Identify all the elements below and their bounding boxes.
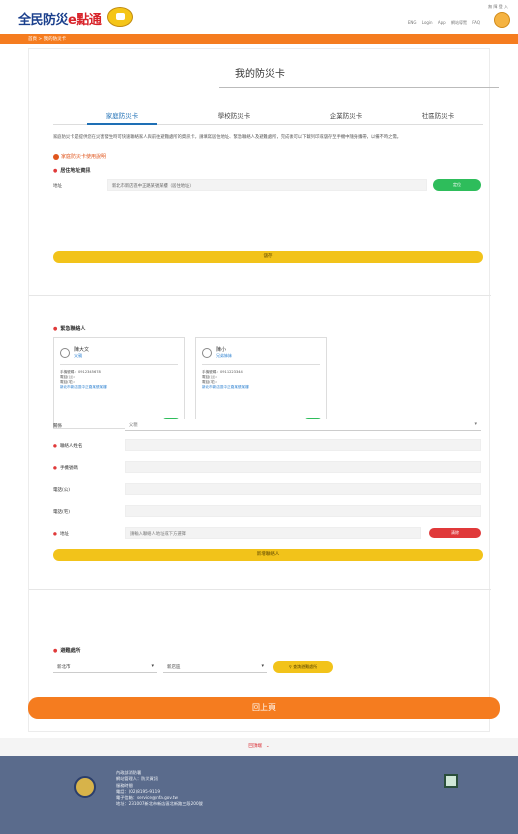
required-icon: ● bbox=[53, 444, 57, 449]
name-label: ● 聯絡人姓名 bbox=[53, 443, 82, 449]
contact-address-label-text: 地址 bbox=[59, 532, 69, 537]
back-to-top-label: 回頂端 bbox=[248, 744, 262, 749]
locate-button[interactable]: 定位 bbox=[433, 179, 481, 191]
county-select[interactable]: 新北市 ▾ bbox=[53, 661, 157, 673]
save-address-button[interactable]: 儲存 bbox=[53, 251, 483, 263]
relation-select[interactable]: 父親 ▾ bbox=[125, 419, 481, 431]
site-logo[interactable]: 全民防災e點通 bbox=[18, 9, 102, 28]
top-links: ENG Login App 網站導覽 FAQ bbox=[404, 20, 480, 26]
contact-address[interactable]: 新北市新店區中正路某號某樓 bbox=[60, 385, 180, 390]
search-shelter-label: 查詢避難處所 bbox=[293, 664, 318, 669]
address-section-title: ● 居住地址資訊 bbox=[53, 167, 90, 174]
link-eng[interactable]: ENG bbox=[408, 20, 417, 25]
contact-relation: 兄弟姊妹 bbox=[216, 353, 232, 358]
tel-home-label: 電話(宅) bbox=[53, 510, 71, 515]
section-divider bbox=[29, 295, 491, 296]
link-faq[interactable]: FAQ bbox=[472, 20, 480, 25]
bullet-icon: ● bbox=[53, 326, 58, 332]
contact-name: 陳小 bbox=[216, 347, 227, 353]
contact-address-label: ● 地址 bbox=[53, 531, 69, 537]
person-icon bbox=[202, 348, 212, 358]
district-select[interactable]: 新店區 ▾ bbox=[163, 661, 267, 673]
top-header: 全民防災e點通 無 障 登 入 ENG Login App 網站導覽 FAQ bbox=[0, 0, 518, 34]
footer-info: 內政部消防署 網站管理人：防災資訊 服務時間 電話：(02)8195-9119 … bbox=[116, 770, 376, 808]
mobile-label: ● 手機號碼 bbox=[53, 465, 78, 471]
logo-main-text: 全民防災 bbox=[18, 13, 69, 28]
contacts-section-label: 緊急聯絡人 bbox=[60, 326, 86, 332]
required-icon: ● bbox=[53, 532, 57, 537]
site-footer: 內政部消防署 網站管理人：防災資訊 服務時間 電話：(02)8195-9119 … bbox=[0, 756, 518, 834]
agency-emblem-icon bbox=[74, 776, 96, 798]
tab-enterprise[interactable]: 企業防災卡 bbox=[301, 110, 391, 120]
contact-details: 手機號碼：0912345678 電話(公)： 電話(宅)： 新北市新店區中正路某… bbox=[60, 370, 180, 390]
address-label: 地址 bbox=[53, 184, 62, 189]
user-avatar[interactable] bbox=[494, 12, 510, 28]
breadcrumb[interactable]: 首頁 > 我的防災卡 bbox=[28, 36, 66, 42]
mobile-label-text: 手機號碼 bbox=[59, 466, 78, 471]
tab-community[interactable]: 社區防災卡 bbox=[393, 110, 483, 120]
name-input[interactable] bbox=[125, 439, 481, 451]
contact-card: 陳大文 父親 手機號碼：0912345678 電話(公)： 電話(宅)： 新北市… bbox=[53, 337, 185, 429]
tel-office-label: 電話(公) bbox=[53, 488, 71, 493]
usage-guide-link[interactable]: 家庭防災卡使用說明 bbox=[53, 153, 106, 160]
bullet-icon: ● bbox=[53, 168, 58, 174]
card-divider bbox=[202, 364, 320, 365]
name-label-text: 聯絡人姓名 bbox=[59, 444, 83, 449]
contact-relation: 父親 bbox=[74, 353, 82, 358]
footer-line: 地址：231007新北市新店區北新路三段200號 bbox=[116, 801, 203, 807]
active-tab-indicator bbox=[87, 123, 157, 125]
tel-office-input[interactable] bbox=[125, 483, 481, 495]
required-icon: ● bbox=[53, 466, 57, 471]
district-value: 新店區 bbox=[167, 665, 181, 670]
contact-name: 陳大文 bbox=[74, 347, 90, 353]
section-divider bbox=[29, 589, 491, 590]
link-sitemap[interactable]: 網站導覽 bbox=[451, 20, 467, 25]
accessibility-links[interactable]: 無 障 登 入 bbox=[488, 4, 508, 10]
chevron-down-icon: ▾ bbox=[151, 663, 154, 669]
contact-card: 陳小 兄弟姊妹 手機號碼：0911223344 電話(公)： 電話(宅)： 新北… bbox=[195, 337, 327, 429]
shelter-section-label: 避難處所 bbox=[60, 648, 81, 654]
question-icon bbox=[53, 153, 59, 160]
accessibility-badge-icon[interactable] bbox=[444, 774, 458, 788]
shelter-section-title: ● 避難處所 bbox=[53, 647, 80, 654]
link-login[interactable]: Login bbox=[422, 20, 433, 25]
card-divider bbox=[60, 364, 178, 365]
county-value: 新北市 bbox=[57, 665, 71, 670]
search-shelter-button[interactable]: ⚲ 查詢避難處所 bbox=[273, 661, 333, 673]
back-to-top[interactable]: 回頂端 ⌄ bbox=[0, 738, 518, 756]
link-app[interactable]: App bbox=[438, 20, 446, 25]
clear-button[interactable]: 清除 bbox=[429, 528, 481, 538]
tab-school[interactable]: 學校防災卡 bbox=[189, 110, 279, 120]
contact-details: 手機號碼：0911223344 電話(公)： 電話(宅)： 新北市新店區中正路某… bbox=[202, 370, 322, 390]
breadcrumb-bar: 首頁 > 我的防災卡 bbox=[0, 34, 518, 44]
contacts-section-title: ● 緊急聯絡人 bbox=[53, 325, 85, 332]
tel-home-input[interactable] bbox=[125, 505, 481, 517]
back-button[interactable]: 回上頁 bbox=[28, 697, 500, 719]
main-card: 我的防災卡 家庭防災卡 學校防災卡 企業防災卡 社區防災卡 家庭防災卡是提供您在… bbox=[28, 48, 499, 732]
page-description: 家庭防災卡是提供您在災害發生時可快速聯絡家人與前往避難處所的資訊卡，請填寫居住地… bbox=[53, 135, 402, 140]
bullet-icon: ● bbox=[53, 648, 58, 654]
person-icon bbox=[60, 348, 70, 358]
page-title: 我的防災卡 bbox=[235, 69, 285, 80]
relation-value: 父親 bbox=[129, 423, 138, 428]
address-input[interactable]: 新北市新店區中正路某號某樓（居住地址） bbox=[107, 179, 427, 191]
chevron-down-icon: ▾ bbox=[474, 421, 477, 427]
contact-address-input[interactable]: 請輸入聯絡人地址或下方選擇 bbox=[125, 527, 421, 539]
mobile-input[interactable] bbox=[125, 461, 481, 473]
address-section-label: 居住地址資訊 bbox=[60, 168, 91, 174]
mascot-icon bbox=[107, 7, 133, 27]
logo-accent-text: e點通 bbox=[68, 13, 102, 28]
usage-guide-label: 家庭防災卡使用說明 bbox=[61, 154, 107, 160]
relation-label: 關係 bbox=[53, 424, 62, 429]
title-divider bbox=[219, 87, 499, 88]
card-tabs: 家庭防災卡 學校防災卡 企業防災卡 社區防災卡 bbox=[53, 107, 483, 125]
chevron-down-icon: ⌄ bbox=[265, 744, 270, 749]
contact-address[interactable]: 新北市新店區中正路某號某樓 bbox=[202, 385, 322, 390]
add-contact-button[interactable]: 新增聯絡人 bbox=[53, 549, 483, 561]
chevron-down-icon: ▾ bbox=[261, 663, 264, 669]
tab-family[interactable]: 家庭防災卡 bbox=[77, 110, 167, 120]
